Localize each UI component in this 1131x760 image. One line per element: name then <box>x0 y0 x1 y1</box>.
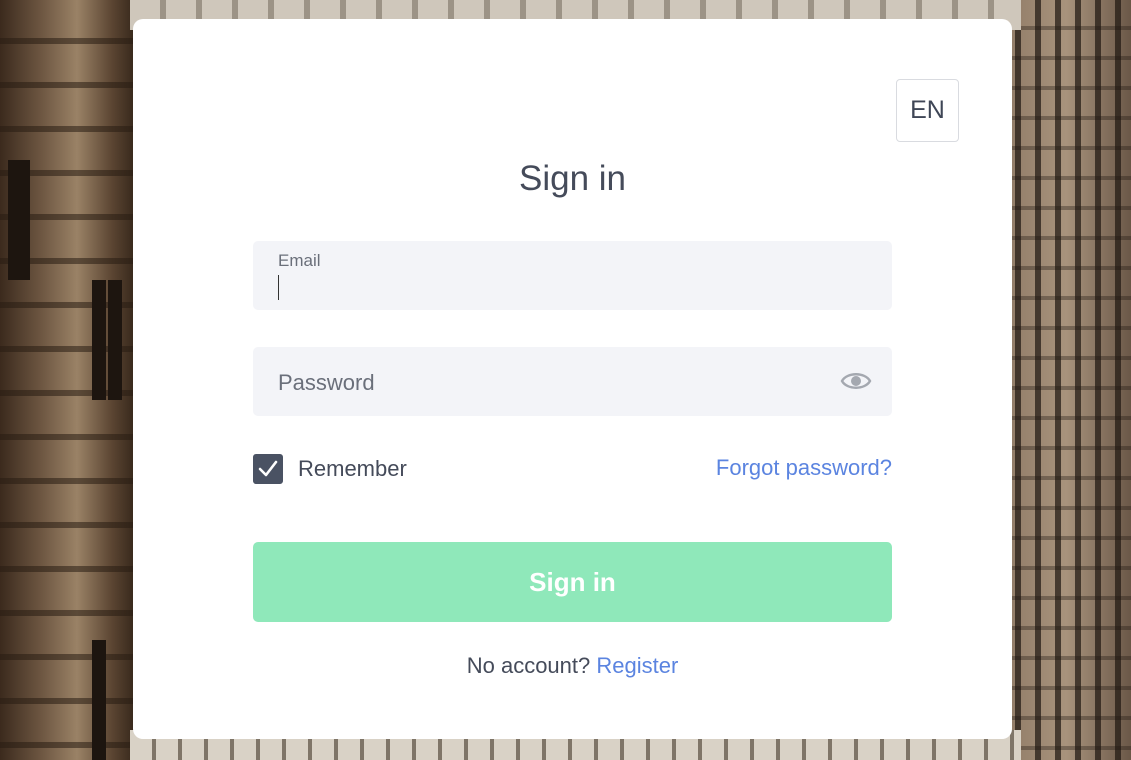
checkmark-icon <box>258 460 278 477</box>
password-placeholder: Password <box>278 370 375 395</box>
background-building-left <box>0 0 140 760</box>
eye-icon[interactable] <box>840 369 872 393</box>
text-caret <box>278 275 279 300</box>
remember-checkbox[interactable]: Remember <box>253 454 407 484</box>
sign-in-button-label: Sign in <box>529 566 616 597</box>
remember-label: Remember <box>298 456 407 481</box>
password-field[interactable]: Password <box>253 347 892 416</box>
register-prompt: No account? <box>466 653 597 678</box>
background-building-right <box>1001 0 1131 760</box>
language-label: EN <box>910 96 945 124</box>
register-row: No account? Register <box>133 653 1012 679</box>
register-link[interactable]: Register <box>596 653 678 678</box>
language-selector-button[interactable]: EN <box>896 79 959 142</box>
sign-in-button[interactable]: Sign in <box>253 542 892 622</box>
sign-in-card: EN Sign in Email Password Remember Forgo… <box>133 19 1012 739</box>
page-title: Sign in <box>518 159 627 198</box>
email-field-label: Email <box>278 251 321 270</box>
forgot-password-link[interactable]: Forgot password? <box>716 455 892 481</box>
email-field[interactable]: Email <box>253 241 892 310</box>
checkbox-checked[interactable] <box>253 454 283 484</box>
